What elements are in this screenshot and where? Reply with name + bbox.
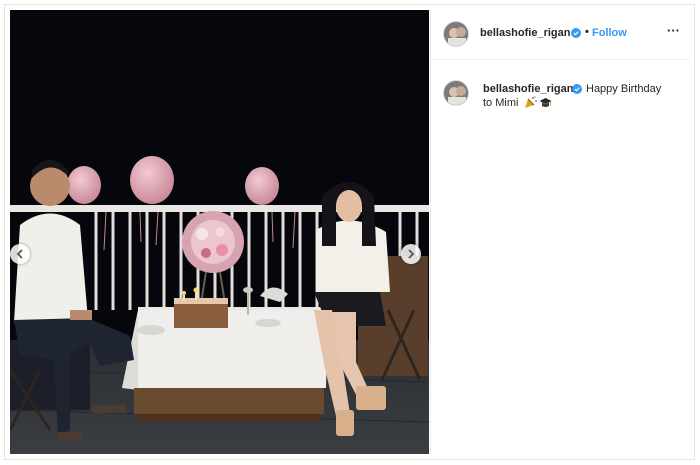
post-side-panel: bellashofie_rigan • Follow ··· bellashof… [430,10,690,454]
previous-photo-button[interactable] [10,244,30,264]
separator-dot: • [585,26,589,38]
avatar-image [444,81,468,105]
caption-text-line-1: Happy Birthday [586,83,662,95]
post-header: bellashofie_rigan • Follow ··· [431,10,690,60]
follow-button[interactable]: Follow [592,27,627,39]
party-popper-emoji [525,96,537,108]
verified-badge-icon [572,84,582,94]
caption-author-username[interactable]: bellashofie_rigan [483,83,573,95]
caption-author-avatar[interactable] [443,80,469,106]
next-photo-button[interactable] [401,244,421,264]
chevron-right-icon [408,249,415,259]
instagram-post-embed: bellashofie_rigan • Follow ··· bellashof… [0,0,700,465]
birthday-dinner-photo [10,10,429,454]
author-avatar[interactable] [443,21,469,47]
more-options-icon[interactable]: ··· [667,23,680,38]
graduation-cap-emoji [539,98,552,107]
chevron-left-icon [16,249,23,259]
caption-text-line-2: to Mimi [483,97,519,109]
author-username[interactable]: bellashofie_rigan [480,27,570,39]
post-photo[interactable] [10,10,429,454]
verified-badge-icon [571,28,581,38]
avatar-image [444,22,468,46]
